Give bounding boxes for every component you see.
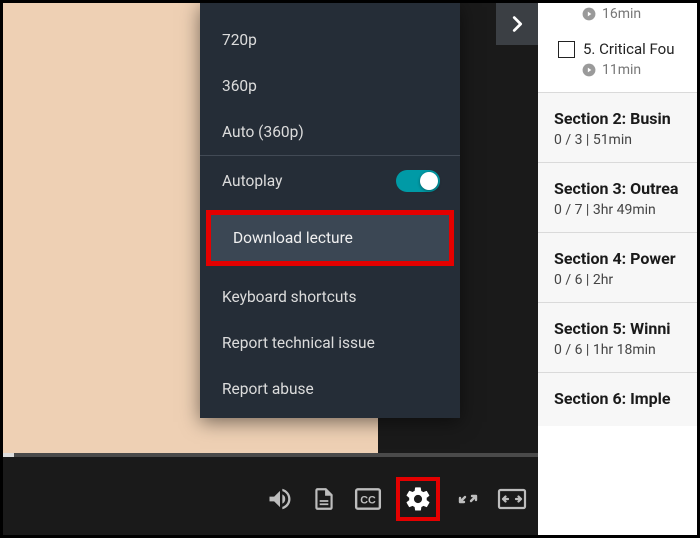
download-lecture-highlight: Download lecture: [206, 210, 454, 266]
section-header[interactable]: Section 2: Busin 0 / 3 | 51min: [538, 92, 700, 162]
section-header[interactable]: Section 6: Imple: [538, 372, 700, 426]
section-title: Section 3: Outrea: [554, 179, 692, 198]
quality-option-720p[interactable]: 720p: [200, 17, 460, 63]
play-icon: [582, 7, 596, 21]
chevron-right-icon: [506, 13, 528, 35]
quality-option-auto[interactable]: Auto (360p): [200, 109, 460, 155]
lesson-duration: 16min: [602, 6, 641, 22]
report-abuse[interactable]: Report abuse: [200, 366, 460, 418]
section-title: Section 2: Busin: [554, 109, 692, 128]
download-lecture[interactable]: Download lecture: [211, 215, 449, 261]
section-header[interactable]: Section 5: Winni 0 / 6 | 1hr 18min: [538, 302, 700, 372]
report-technical-issue[interactable]: Report technical issue: [200, 320, 460, 366]
autoplay-label: Autoplay: [222, 172, 282, 190]
svg-text:CC: CC: [360, 494, 376, 506]
autoplay-toggle[interactable]: [396, 170, 440, 192]
section-meta: 0 / 7 | 3hr 49min: [554, 202, 692, 218]
lesson-meta: 11min: [538, 60, 700, 92]
gear-icon[interactable]: [404, 483, 432, 515]
lesson-title: 5. Critical Fou: [583, 40, 675, 58]
fullscreen-icon[interactable]: [452, 483, 484, 515]
course-sidebar: 16min 5. Critical Fou 11min Section 2: B…: [538, 0, 700, 538]
section-title: Section 4: Power: [554, 249, 692, 268]
section-meta: 0 / 6 | 1hr 18min: [554, 342, 692, 358]
settings-button-highlight: [396, 477, 440, 521]
expand-icon[interactable]: [496, 483, 528, 515]
section-header[interactable]: Section 3: Outrea 0 / 7 | 3hr 49min: [538, 162, 700, 232]
lesson-duration: 11min: [602, 62, 641, 78]
progress-fill: [0, 453, 14, 457]
settings-menu: 720p 360p Auto (360p) Autoplay Download …: [200, 3, 460, 418]
lesson-item[interactable]: 5. Critical Fou: [538, 36, 700, 60]
section-title: Section 5: Winni: [554, 319, 692, 338]
section-header[interactable]: Section 4: Power 0 / 6 | 2hr: [538, 232, 700, 302]
section-title: Section 6: Imple: [554, 389, 692, 408]
transcript-icon[interactable]: [308, 483, 340, 515]
play-icon: [582, 63, 596, 77]
quality-option-360p[interactable]: 360p: [200, 63, 460, 109]
player-controls: CC: [0, 474, 538, 524]
collapse-sidebar-button[interactable]: [496, 3, 538, 45]
section-meta: 0 / 6 | 2hr: [554, 272, 692, 288]
volume-icon[interactable]: [264, 483, 296, 515]
lesson-checkbox[interactable]: [558, 41, 575, 58]
lesson-meta: 16min: [538, 0, 700, 36]
autoplay-toggle-row[interactable]: Autoplay: [200, 156, 460, 206]
captions-icon[interactable]: CC: [352, 483, 384, 515]
keyboard-shortcuts[interactable]: Keyboard shortcuts: [200, 274, 460, 320]
section-meta: 0 / 3 | 51min: [554, 132, 692, 148]
progress-bar[interactable]: [0, 453, 538, 457]
